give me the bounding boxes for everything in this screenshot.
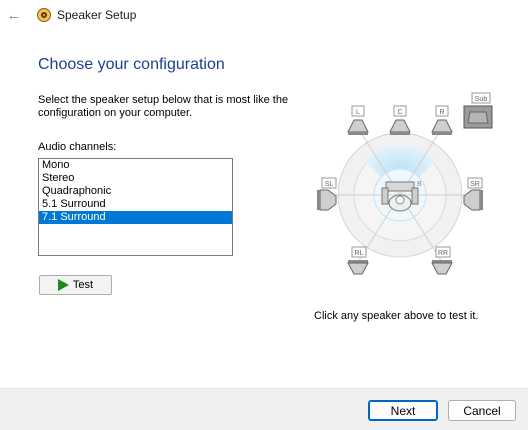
play-icon: [57, 279, 69, 291]
speaker-side-right[interactable]: SR: [463, 177, 483, 211]
test-button[interactable]: Test: [39, 275, 112, 295]
speaker-rear-left-label: RL: [355, 250, 364, 257]
speaker-test-hint: Click any speaker above to test it.: [314, 310, 479, 322]
speaker-subwoofer-label: Sub: [475, 96, 488, 103]
speaker-subwoofer[interactable]: Sub: [463, 92, 493, 129]
channel-option-stereo[interactable]: Stereo: [39, 172, 232, 185]
back-arrow-icon[interactable]: ←: [4, 5, 24, 25]
speaker-rear-right-label: RR: [438, 250, 448, 257]
speaker-setup-icon: [37, 8, 51, 22]
test-button-label: Test: [72, 279, 94, 291]
channel-option-quadraphonic[interactable]: Quadraphonic: [39, 185, 232, 198]
page-heading: Choose your configuration: [38, 56, 225, 73]
speaker-layout-diagram: B L C R Sub SL SR RL RR: [317, 92, 493, 275]
speaker-front-left-label: L: [356, 109, 360, 116]
speaker-front-center[interactable]: C: [389, 105, 411, 135]
speaker-front-left[interactable]: L: [347, 105, 369, 135]
speaker-front-right-label: R: [439, 109, 444, 116]
speaker-rear-left[interactable]: RL: [347, 246, 369, 275]
audio-channels-list[interactable]: Mono Stereo Quadraphonic 5.1 Surround 7.…: [38, 158, 233, 256]
channel-option-mono[interactable]: Mono: [39, 159, 232, 172]
instruction-text: Select the speaker setup below that is m…: [38, 94, 289, 119]
speaker-front-center-label: C: [397, 109, 402, 116]
dialog-footer: Next Cancel: [0, 388, 528, 430]
audio-channels-label: Audio channels:: [38, 141, 117, 153]
title-bar: ← Speaker Setup: [0, 0, 528, 30]
channel-option-7-1-surround[interactable]: 7.1 Surround: [39, 211, 232, 224]
listener-mark: B: [417, 181, 422, 188]
speaker-side-left-label: SL: [325, 181, 334, 188]
speaker-side-right-label: SR: [470, 181, 480, 188]
next-button[interactable]: Next: [368, 400, 438, 421]
channel-option-5-1-surround[interactable]: 5.1 Surround: [39, 198, 232, 211]
speaker-front-right[interactable]: R: [431, 105, 453, 135]
window-title: Speaker Setup: [57, 8, 137, 22]
cancel-button[interactable]: Cancel: [448, 400, 516, 421]
speaker-side-left[interactable]: SL: [317, 177, 337, 211]
